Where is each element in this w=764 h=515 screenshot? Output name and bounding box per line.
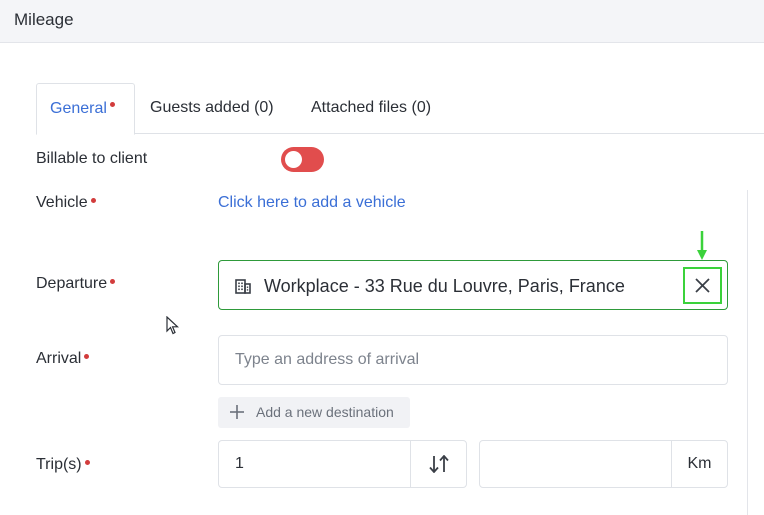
required-indicator [84,460,90,465]
add-destination-label: Add a new destination [256,404,394,420]
trips-field[interactable] [218,440,411,488]
departure-value: Workplace - 33 Rue du Louvre, Paris, Fra… [264,276,625,296]
arrow-down-icon [697,231,707,260]
required-indicator [109,102,115,107]
plus-icon [230,405,244,419]
arrival-field[interactable] [218,335,728,385]
swap-button[interactable] [410,440,467,488]
swap-vertical-icon [429,455,449,473]
arrival-label: Arrival [36,350,90,368]
add-destination-button[interactable]: Add a new destination [218,397,410,428]
tab-guests-added[interactable]: Guests added (0) [150,83,274,134]
required-indicator [84,354,90,359]
vehicle-label: Vehicle [36,194,96,212]
distance-field[interactable] [479,440,672,488]
required-indicator [110,279,116,284]
arrival-input[interactable] [219,336,727,384]
page-header: Mileage [0,0,764,43]
departure-label: Departure [36,275,116,293]
departure-field[interactable]: Workplace - 33 Rue du Louvre, Paris, Fra… [218,260,728,310]
tab-general-label: General [50,100,107,117]
tab-bar: General Guests added (0) Attached files … [36,83,764,135]
toggle-knob [285,151,302,168]
billable-toggle[interactable] [281,147,324,172]
billable-label: Billable to client [36,150,148,167]
trips-input[interactable] [219,441,410,487]
distance-input[interactable] [480,441,671,487]
close-icon [695,278,710,293]
trips-label: Trip(s) [36,456,90,474]
panel-divider [747,190,748,515]
building-icon [235,279,251,294]
tab-general[interactable]: General [36,83,135,135]
add-vehicle-link[interactable]: Click here to add a vehicle [218,194,406,212]
distance-unit: Km [671,440,728,488]
page-title: Mileage [14,10,74,29]
mouse-cursor-icon [166,316,180,335]
clear-departure-button[interactable] [683,267,722,304]
tab-attached-files[interactable]: Attached files (0) [311,83,431,134]
required-indicator [90,198,96,203]
